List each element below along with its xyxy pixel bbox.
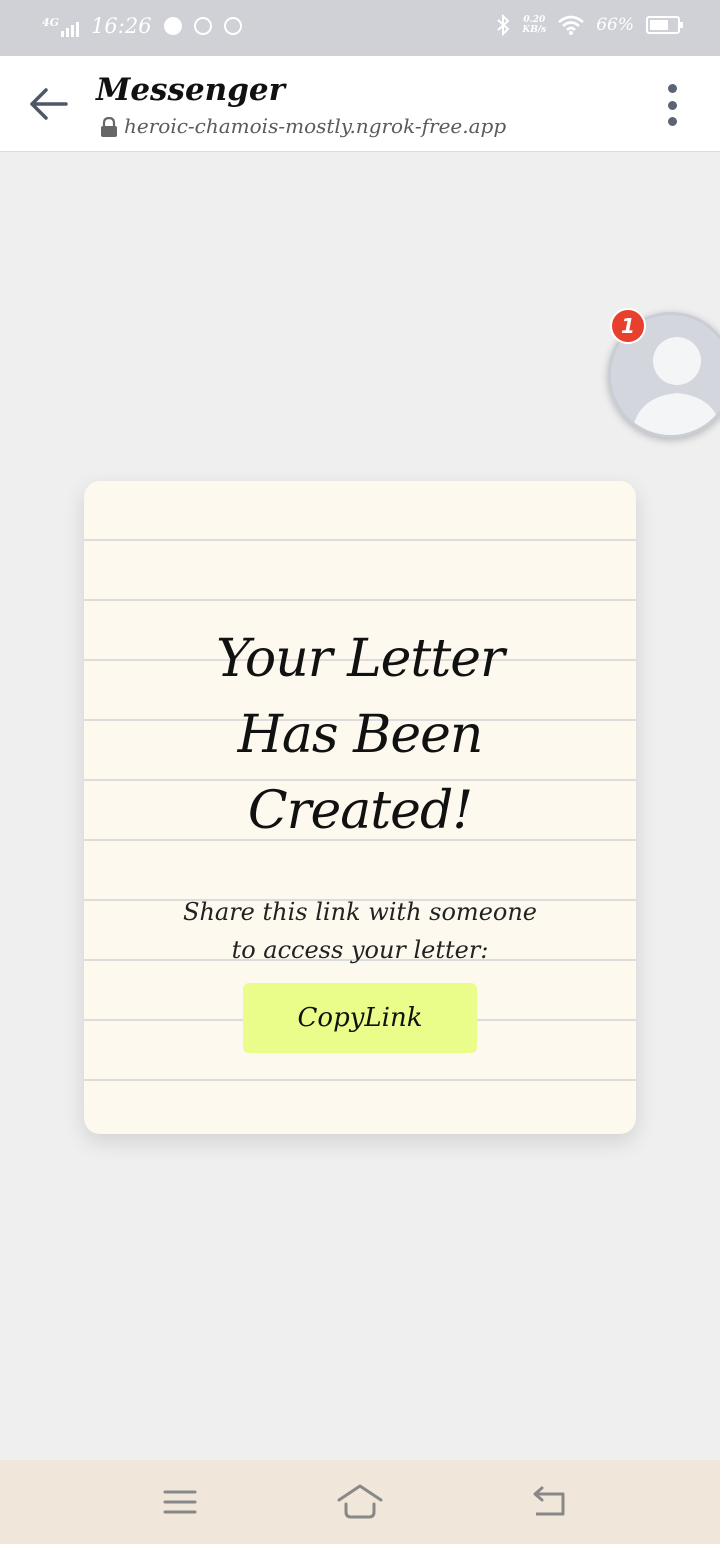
url-text: heroic-chamois-mostly.ngrok-free.app bbox=[124, 114, 507, 138]
system-nav-bar bbox=[0, 1460, 720, 1544]
home-icon[interactable] bbox=[336, 1482, 384, 1522]
url-bar: heroic-chamois-mostly.ngrok-free.app bbox=[100, 114, 506, 138]
status-left: 4G 16:26 bbox=[42, 14, 242, 38]
wifi-icon bbox=[558, 15, 585, 35]
network-speed: 0.20 KB/s bbox=[522, 15, 547, 35]
status-bar: 4G 16:26 0.20 KB/s 66% bbox=[0, 0, 720, 56]
network-type: 4G bbox=[42, 16, 60, 29]
letter-title: Your Letter Has Been Created! bbox=[216, 629, 505, 841]
bluetooth-icon bbox=[497, 14, 510, 36]
back-nav-icon[interactable] bbox=[526, 1482, 574, 1522]
more-options-icon[interactable] bbox=[660, 84, 684, 126]
lock-icon bbox=[101, 117, 117, 137]
page-title: Messenger bbox=[96, 72, 285, 108]
app-header: Messenger heroic-chamois-mostly.ngrok-fr… bbox=[0, 56, 720, 152]
letter-card: Your Letter Has Been Created! Share this… bbox=[84, 481, 636, 1134]
copy-link-button[interactable]: CopyLink bbox=[243, 983, 477, 1053]
signal-icon: 4G bbox=[42, 15, 80, 37]
back-arrow-icon[interactable] bbox=[24, 82, 72, 126]
battery-percent: 66% bbox=[596, 15, 634, 35]
status-right: 0.20 KB/s 66% bbox=[496, 14, 683, 36]
battery-icon bbox=[646, 16, 683, 34]
messenger-icon bbox=[193, 17, 212, 35]
letter-instructions: Share this link with someone to access y… bbox=[183, 898, 537, 964]
notification-badge: 1 bbox=[610, 308, 646, 344]
spotify-icon bbox=[163, 17, 182, 35]
facebook-icon bbox=[223, 17, 242, 35]
status-time: 16:26 bbox=[91, 14, 152, 38]
menu-icon[interactable] bbox=[156, 1482, 204, 1522]
